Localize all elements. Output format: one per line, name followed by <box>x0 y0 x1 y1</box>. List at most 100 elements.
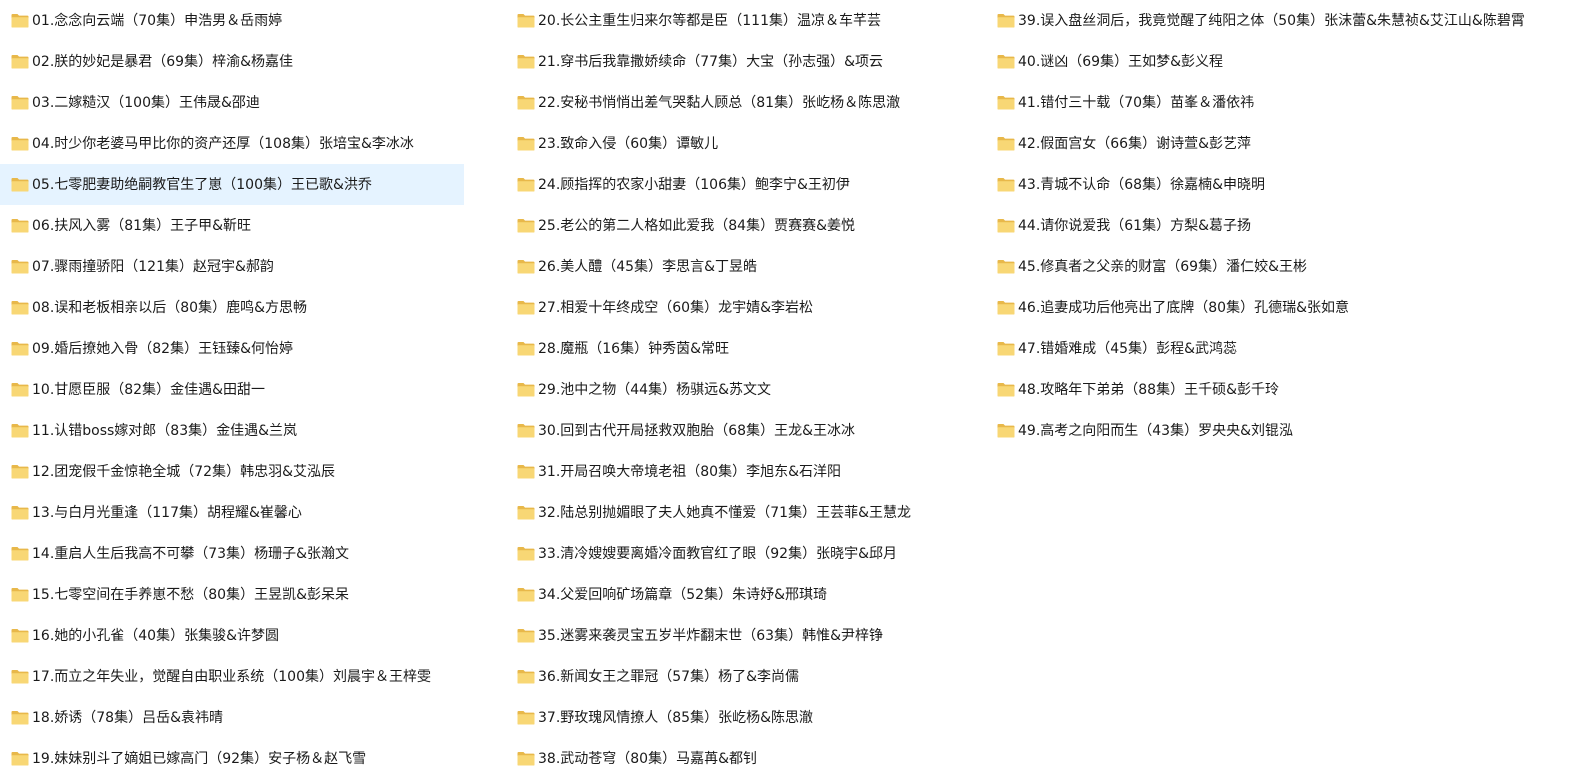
folder-name: 26.美人醴（45集）李思言&丁昱皓 <box>538 258 757 275</box>
folder-name: 05.七零肥妻助绝嗣教官生了崽（100集）王已歌&洪乔 <box>32 176 372 193</box>
folder-name: 27.相爱十年终成空（60集）龙宇婧&李岩松 <box>538 299 813 316</box>
folder-item[interactable]: 27.相爱十年终成空（60集）龙宇婧&李岩松 <box>505 287 985 328</box>
folder-item[interactable]: 22.安秘书悄悄出差气哭黏人顾总（81集）张屹杨＆陈思澈 <box>505 82 985 123</box>
folder-icon <box>997 95 1015 110</box>
folder-item[interactable]: 05.七零肥妻助绝嗣教官生了崽（100集）王已歌&洪乔 <box>0 164 464 205</box>
folder-item[interactable]: 35.迷雾来袭灵宝五岁半炸翻末世（63集）韩惟&尹梓铮 <box>505 615 985 656</box>
folder-name: 21.穿书后我靠撒娇续命（77集）大宝（孙志强）&项云 <box>538 53 883 70</box>
folder-icon <box>517 423 535 438</box>
folder-icon <box>517 95 535 110</box>
folder-icon <box>11 710 29 725</box>
folder-item[interactable]: 41.错付三十载（70集）苗峯＆潘依祎 <box>985 82 1569 123</box>
folder-icon <box>11 218 29 233</box>
folder-name: 03.二嫁糙汉（100集）王伟晟&邵迪 <box>32 94 260 111</box>
folder-item[interactable]: 33.清冷嫂嫂要离婚冷面教官红了眼（92集）张晓宇&邱月 <box>505 533 985 574</box>
folder-item[interactable]: 10.甘愿臣服（82集）金佳遇&田甜一 <box>0 369 505 410</box>
folder-name: 39.误入盘丝洞后，我竟觉醒了纯阳之体（50集）张沫蕾&朱慧祯&艾江山&陈碧霄 <box>1018 12 1525 29</box>
folder-item[interactable]: 18.娇诱（78集）吕岳&袁祎晴 <box>0 697 505 738</box>
folder-icon <box>997 218 1015 233</box>
folder-item[interactable]: 28.魔瓶（16集）钟秀茵&常旺 <box>505 328 985 369</box>
folder-item[interactable]: 39.误入盘丝洞后，我竟觉醒了纯阳之体（50集）张沫蕾&朱慧祯&艾江山&陈碧霄 <box>985 0 1569 41</box>
folder-item[interactable]: 12.团宠假千金惊艳全城（72集）韩忠羽&艾泓辰 <box>0 451 505 492</box>
folder-name: 41.错付三十载（70集）苗峯＆潘依祎 <box>1018 94 1255 111</box>
folder-item[interactable]: 02.朕的妙妃是暴君（69集）梓渝&杨嘉佳 <box>0 41 505 82</box>
folder-name: 43.青城不认命（68集）徐嘉楠&申晓明 <box>1018 176 1265 193</box>
folder-item[interactable]: 16.她的小孔雀（40集）张集骏&许梦圆 <box>0 615 505 656</box>
folder-item[interactable]: 14.重启人生后我高不可攀（73集）杨珊子&张瀚文 <box>0 533 505 574</box>
folder-name: 18.娇诱（78集）吕岳&袁祎晴 <box>32 709 223 726</box>
folder-item[interactable]: 49.高考之向阳而生（43集）罗央央&刘锟泓 <box>985 410 1569 451</box>
folder-name: 42.假面宫女（66集）谢诗萱&彭艺萍 <box>1018 135 1251 152</box>
folder-list-view: 01.念念向云端（70集）申浩男＆岳雨婷 02.朕的妙妃是暴君（69集）梓渝&杨嘉… <box>0 0 1569 772</box>
folder-icon <box>11 464 29 479</box>
folder-name: 31.开局召唤大帝境老祖（80集）李旭东&石洋阳 <box>538 463 841 480</box>
folder-column-1: 01.念念向云端（70集）申浩男＆岳雨婷 02.朕的妙妃是暴君（69集）梓渝&杨嘉… <box>0 0 505 779</box>
folder-item[interactable]: 26.美人醴（45集）李思言&丁昱皓 <box>505 246 985 287</box>
folder-item[interactable]: 24.顾指挥的农家小甜妻（106集）鲍李宁&王初伊 <box>505 164 985 205</box>
folder-item[interactable]: 29.池中之物（44集）杨骐远&苏文文 <box>505 369 985 410</box>
folder-icon <box>517 177 535 192</box>
folder-icon <box>517 54 535 69</box>
folder-name: 46.追妻成功后他亮出了底牌（80集）孔德瑞&张如意 <box>1018 299 1349 316</box>
folder-item[interactable]: 17.而立之年失业，觉醒自由职业系统（100集）刘晨宇＆王梓雯 <box>0 656 505 697</box>
folder-icon <box>517 382 535 397</box>
folder-item[interactable]: 34.父爱回响矿场篇章（52集）朱诗妤&邢琪琦 <box>505 574 985 615</box>
folder-item[interactable]: 21.穿书后我靠撒娇续命（77集）大宝（孙志强）&项云 <box>505 41 985 82</box>
folder-item[interactable]: 01.念念向云端（70集）申浩男＆岳雨婷 <box>0 0 505 41</box>
folder-item[interactable]: 45.修真者之父亲的财富（69集）潘仁姣&王彬 <box>985 246 1569 287</box>
folder-item[interactable]: 36.新闻女王之罪冠（57集）杨了&李尚儒 <box>505 656 985 697</box>
folder-name: 44.请你说爱我（61集）方梨&葛子扬 <box>1018 217 1251 234</box>
folder-item[interactable]: 25.老公的第二人格如此爱我（84集）贾赛赛&姜悦 <box>505 205 985 246</box>
folder-item[interactable]: 23.致命入侵（60集）谭敏儿 <box>505 123 985 164</box>
folder-icon <box>11 136 29 151</box>
folder-item[interactable]: 32.陆总别抛媚眼了夫人她真不懂爱（71集）王芸菲&王慧龙 <box>505 492 985 533</box>
folder-item[interactable]: 42.假面宫女（66集）谢诗萱&彭艺萍 <box>985 123 1569 164</box>
folder-item[interactable]: 30.回到古代开局拯救双胞胎（68集）王龙&王冰冰 <box>505 410 985 451</box>
folder-column-3: 39.误入盘丝洞后，我竟觉醒了纯阳之体（50集）张沫蕾&朱慧祯&艾江山&陈碧霄 4… <box>985 0 1569 451</box>
folder-item[interactable]: 20.长公主重生归来尔等都是臣（111集）温凉＆车芊芸 <box>505 0 985 41</box>
folder-item[interactable]: 31.开局召唤大帝境老祖（80集）李旭东&石洋阳 <box>505 451 985 492</box>
folder-icon <box>997 54 1015 69</box>
folder-item[interactable]: 13.与白月光重逢（117集）胡程耀&崔馨心 <box>0 492 505 533</box>
folder-item[interactable]: 38.武动苍穹（80集）马嘉苒&都钊 <box>505 738 985 779</box>
folder-item[interactable]: 19.妹妹别斗了嫡姐已嫁高门（92集）安子杨＆赵飞雪 <box>0 738 505 779</box>
folder-icon <box>997 136 1015 151</box>
folder-icon <box>517 300 535 315</box>
folder-name: 01.念念向云端（70集）申浩男＆岳雨婷 <box>32 12 283 29</box>
folder-item[interactable]: 15.七零空间在手养崽不愁（80集）王昱凯&彭呆呆 <box>0 574 505 615</box>
folder-icon <box>11 177 29 192</box>
folder-icon <box>11 505 29 520</box>
folder-icon <box>517 136 535 151</box>
folder-name: 02.朕的妙妃是暴君（69集）梓渝&杨嘉佳 <box>32 53 293 70</box>
folder-item[interactable]: 44.请你说爱我（61集）方梨&葛子扬 <box>985 205 1569 246</box>
folder-icon <box>517 341 535 356</box>
folder-name: 08.误和老板相亲以后（80集）鹿鸣&方思畅 <box>32 299 307 316</box>
folder-icon <box>517 218 535 233</box>
folder-item[interactable]: 48.攻略年下弟弟（88集）王千硕&彭千玲 <box>985 369 1569 410</box>
folder-item[interactable]: 09.婚后撩她入骨（82集）王钰臻&何怡婷 <box>0 328 505 369</box>
folder-name: 20.长公主重生归来尔等都是臣（111集）温凉＆车芊芸 <box>538 12 881 29</box>
folder-item[interactable]: 40.谜凶（69集）王如梦&彭义程 <box>985 41 1569 82</box>
folder-name: 13.与白月光重逢（117集）胡程耀&崔馨心 <box>32 504 302 521</box>
folder-name: 30.回到古代开局拯救双胞胎（68集）王龙&王冰冰 <box>538 422 855 439</box>
folder-name: 24.顾指挥的农家小甜妻（106集）鲍李宁&王初伊 <box>538 176 850 193</box>
folder-name: 33.清冷嫂嫂要离婚冷面教官红了眼（92集）张晓宇&邱月 <box>538 545 897 562</box>
folder-name: 28.魔瓶（16集）钟秀茵&常旺 <box>538 340 729 357</box>
folder-item[interactable]: 07.骤雨撞骄阳（121集）赵冠宇&郝韵 <box>0 246 505 287</box>
folder-column-2: 20.长公主重生归来尔等都是臣（111集）温凉＆车芊芸 21.穿书后我靠撒娇续命（… <box>505 0 985 779</box>
folder-name: 47.错婚难成（45集）彭程&武鸿蕊 <box>1018 340 1237 357</box>
folder-item[interactable]: 43.青城不认命（68集）徐嘉楠&申晓明 <box>985 164 1569 205</box>
folder-item[interactable]: 06.扶风入雾（81集）王子甲&靳旺 <box>0 205 505 246</box>
folder-item[interactable]: 04.时少你老婆马甲比你的资产还厚（108集）张培宝&李冰冰 <box>0 123 505 164</box>
folder-name: 14.重启人生后我高不可攀（73集）杨珊子&张瀚文 <box>32 545 349 562</box>
folder-item[interactable]: 47.错婚难成（45集）彭程&武鸿蕊 <box>985 328 1569 369</box>
folder-name: 06.扶风入雾（81集）王子甲&靳旺 <box>32 217 251 234</box>
folder-item[interactable]: 08.误和老板相亲以后（80集）鹿鸣&方思畅 <box>0 287 505 328</box>
folder-icon <box>11 587 29 602</box>
folder-item[interactable]: 46.追妻成功后他亮出了底牌（80集）孔德瑞&张如意 <box>985 287 1569 328</box>
folder-item[interactable]: 11.认错boss嫁对郎（83集）金佳遇&兰岚 <box>0 410 505 451</box>
folder-item[interactable]: 37.野玫瑰风情撩人（85集）张屹杨&陈思澈 <box>505 697 985 738</box>
folder-name: 32.陆总别抛媚眼了夫人她真不懂爱（71集）王芸菲&王慧龙 <box>538 504 911 521</box>
folder-name: 04.时少你老婆马甲比你的资产还厚（108集）张培宝&李冰冰 <box>32 135 414 152</box>
folder-item[interactable]: 03.二嫁糙汉（100集）王伟晟&邵迪 <box>0 82 505 123</box>
